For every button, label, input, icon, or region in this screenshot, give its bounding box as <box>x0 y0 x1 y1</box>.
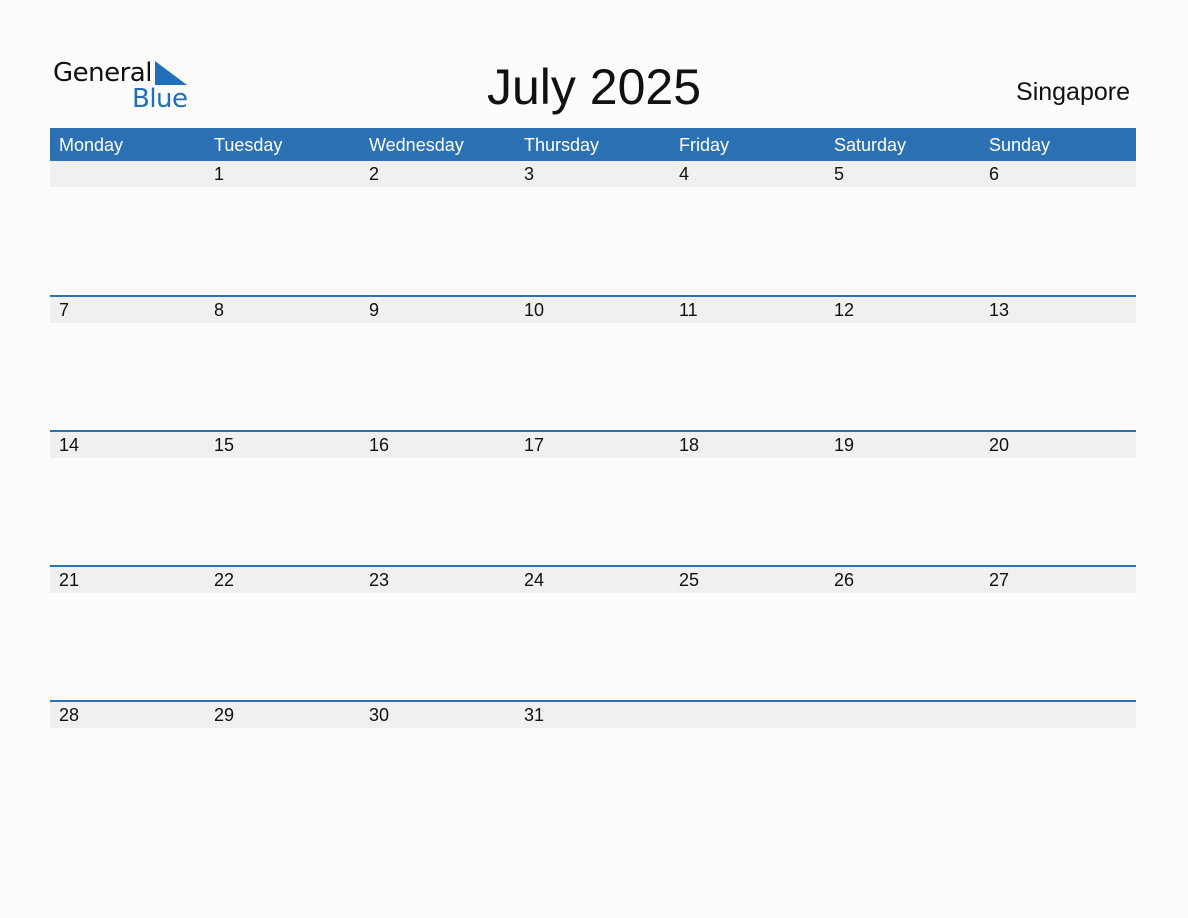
day-cell: 26 <box>834 570 855 590</box>
weekday-monday: Monday <box>59 135 124 155</box>
day-cell: 15 <box>214 435 235 455</box>
day-cell: 6 <box>989 164 1000 184</box>
week-row: 7 8 9 10 11 12 13 <box>50 295 1136 432</box>
day-cell: 12 <box>834 300 855 320</box>
date-strip: 21 22 23 24 25 26 27 <box>50 567 1136 593</box>
day-cell: 29 <box>214 705 235 725</box>
day-cell: 25 <box>679 570 700 590</box>
day-cell: 18 <box>679 435 700 455</box>
day-cell: 4 <box>679 164 690 184</box>
day-cell <box>50 161 205 187</box>
day-cell: 10 <box>524 300 545 320</box>
day-cell: 19 <box>834 435 855 455</box>
date-strip: 7 8 9 10 11 12 13 <box>50 297 1136 323</box>
day-cell: 1 <box>214 164 225 184</box>
week-row: 21 22 23 24 25 26 27 <box>50 565 1136 702</box>
weekday-friday: Friday <box>679 135 730 155</box>
week-row: 14 15 16 17 18 19 20 <box>50 430 1136 567</box>
day-cell: 21 <box>59 570 80 590</box>
day-cell: 5 <box>834 164 845 184</box>
day-cell: 7 <box>59 300 70 320</box>
weekday-sunday: Sunday <box>989 135 1051 155</box>
day-cell <box>825 702 980 728</box>
day-cell: 23 <box>369 570 390 590</box>
day-cell: 22 <box>214 570 235 590</box>
day-cell: 28 <box>59 705 80 725</box>
week-row: 28 29 30 31 <box>50 700 1136 837</box>
day-cell <box>670 702 825 728</box>
day-cell: 9 <box>369 300 380 320</box>
day-cell: 17 <box>524 435 545 455</box>
day-cell: 24 <box>524 570 545 590</box>
weekday-saturday: Saturday <box>834 135 907 155</box>
day-cell: 20 <box>989 435 1010 455</box>
day-cell: 14 <box>59 435 80 455</box>
country-label: Singapore <box>1016 78 1130 106</box>
day-cell: 27 <box>989 570 1010 590</box>
calendar-title: July 2025 <box>486 59 702 115</box>
day-cell: 30 <box>369 705 390 725</box>
day-cell: 3 <box>524 164 535 184</box>
day-cell <box>980 702 1135 728</box>
day-cell: 2 <box>369 164 380 184</box>
day-cell: 13 <box>989 300 1010 320</box>
weekday-tuesday: Tuesday <box>214 135 283 155</box>
weekday-header: Monday Tuesday Wednesday Thursday Friday… <box>50 128 1136 161</box>
weekday-thursday: Thursday <box>524 135 600 155</box>
day-cell: 8 <box>214 300 225 320</box>
date-strip: 14 15 16 17 18 19 20 <box>50 432 1136 458</box>
weekday-wednesday: Wednesday <box>369 135 464 155</box>
date-strip: 1 2 3 4 5 6 <box>50 161 1136 187</box>
week-row: 1 2 3 4 5 6 <box>50 161 1136 296</box>
day-cell: 31 <box>524 705 545 725</box>
day-cell: 16 <box>369 435 390 455</box>
day-cell: 11 <box>679 300 698 320</box>
date-strip: 28 29 30 31 <box>50 702 1136 728</box>
